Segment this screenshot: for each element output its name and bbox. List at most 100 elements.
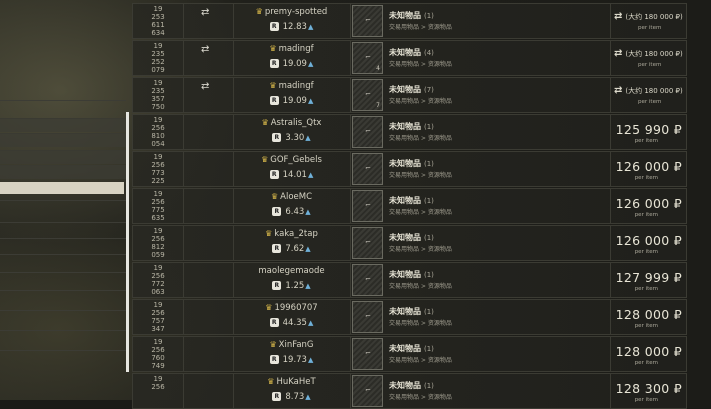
item-thumbnail[interactable]: ⌐ 4 <box>352 42 383 74</box>
price-cell[interactable]: 126 000 ₽ per item <box>610 152 688 186</box>
item-unknown-icon: ⌐ <box>365 275 371 283</box>
offer-id-part: 757 <box>151 317 165 325</box>
trader-name[interactable]: maolegemaode <box>233 266 350 276</box>
trader-name[interactable]: ♛ kaka_2tap <box>233 229 350 239</box>
rating-icon: R <box>269 59 279 68</box>
item-thumbnail[interactable]: ⌐ <box>352 227 383 259</box>
filter-row[interactable] <box>0 150 126 164</box>
trader-cell: ♛ madingf R 19.09▲ <box>233 41 351 75</box>
price-cell[interactable]: ⇄ (大约 180 000 ₽) per item <box>610 78 688 112</box>
offer-id-part: 256 <box>151 346 165 354</box>
offer-id: 19 256 772 063 <box>133 263 184 298</box>
offer-row[interactable]: 19 256 812 059 ♛ kaka_2tap R 7.62▲ ⌐ 未知物品 (1) 交易用物品… <box>132 225 687 261</box>
item-category: 交易用物品 > 资源物品 <box>389 135 452 142</box>
crown-icon: ♛ <box>255 7 263 16</box>
item-thumbnail[interactable]: ⌐ <box>352 5 383 37</box>
item-thumbnail[interactable]: ⌐ <box>352 153 383 185</box>
trader-name[interactable]: ♛ premy-spotted <box>233 7 350 17</box>
trader-name[interactable]: ♛ Astralis_Qtx <box>233 118 350 128</box>
price-cell[interactable]: 128 000 ₽ per item <box>610 337 688 371</box>
item-category: 交易用物品 > 资源物品 <box>389 246 452 253</box>
price-cell[interactable]: 126 000 ₽ per item <box>610 189 688 223</box>
price-value: 126 000 ₽ <box>615 233 682 248</box>
trader-cell: ♛ GOF_Gebels R 14.01▲ <box>233 152 351 186</box>
item-thumbnail[interactable]: ⌐ <box>352 190 383 222</box>
filter-row[interactable] <box>0 133 126 147</box>
offer-row[interactable]: 19 235 252 079 ⇄ ♛ madingf R 19.09▲ ⌐ 4 未知物品 (4) 交易用物… <box>132 40 687 76</box>
per-item-label: per item <box>634 249 658 255</box>
barter-cell <box>183 337 234 371</box>
bundle-price-text: (大约 180 000 ₽) <box>625 50 683 58</box>
item-quantity: (1) <box>424 123 434 131</box>
crown-icon: ♛ <box>265 303 273 312</box>
rating-value: 44.35 <box>282 318 307 328</box>
rating-up-arrow-icon: ▲ <box>307 319 314 327</box>
trader-name[interactable]: ♛ HuKaHeT <box>233 377 350 387</box>
offer-row[interactable]: 19 256 772 063 maolegemaode R 1.25▲ ⌐ 未知物品 (1) 交易用… <box>132 262 687 298</box>
divider <box>0 272 126 273</box>
item-cell: 未知物品 (1) 交易用物品 > 资源物品 <box>385 337 611 371</box>
trader-name[interactable]: ♛ XinFanG <box>233 340 350 350</box>
offer-row[interactable]: 19 256 775 635 ♛ AloeMC R 6.43▲ ⌐ 未知物品 (1) 交易用物品 > … <box>132 188 687 224</box>
rating-icon: R <box>269 96 279 105</box>
item-thumbnail[interactable]: ⌐ <box>352 264 383 296</box>
price-value: 125 990 ₽ <box>615 122 682 137</box>
item-name: 未知物品 (7) <box>389 84 434 95</box>
scrollbar[interactable] <box>126 112 129 372</box>
price-cell[interactable]: ⇄ (大约 180 000 ₽) per item <box>610 41 688 75</box>
item-thumbnail[interactable]: ⌐ <box>352 301 383 333</box>
per-item-label: per item <box>638 25 662 31</box>
item-category: 交易用物品 > 资源物品 <box>389 24 452 31</box>
bundle-price: ⇄ (大约 180 000 ₽) <box>614 85 683 96</box>
offer-id-part: 750 <box>151 103 165 111</box>
price-cell[interactable]: ⇄ (大约 180 000 ₽) per item <box>610 4 688 38</box>
trader-name[interactable]: ♛ 19960707 <box>233 303 350 313</box>
offer-id: 19 256 760 749 <box>133 337 184 372</box>
barter-swap-icon[interactable]: ⇄ <box>201 45 213 55</box>
trader-name[interactable]: ♛ madingf <box>233 44 350 54</box>
offer-id-part: 634 <box>151 29 165 37</box>
price-cell[interactable]: 127 999 ₽ per item <box>610 263 688 297</box>
item-thumbnail[interactable]: ⌐ <box>352 116 383 148</box>
filter-row[interactable] <box>0 118 126 132</box>
rating-value: 12.83 <box>282 22 307 32</box>
offer-row[interactable]: 19 256 760 749 ♛ XinFanG R 19.73▲ ⌐ 未知物品 (1) 交易用物品 … <box>132 336 687 372</box>
rating-icon: R <box>269 318 279 327</box>
trader-name[interactable]: ♛ AloeMC <box>233 192 350 202</box>
per-item-label: per item <box>638 99 662 105</box>
per-item-label: per item <box>634 286 658 292</box>
offer-id-part: 773 <box>151 169 165 177</box>
item-name-text: 未知物品 <box>389 48 421 57</box>
item-thumbnail[interactable]: ⌐ <box>352 338 383 370</box>
item-category: 交易用物品 > 资源物品 <box>389 320 452 327</box>
trader-name[interactable]: ♛ GOF_Gebels <box>233 155 350 165</box>
trader-name-text: Astralis_Qtx <box>270 118 322 128</box>
offer-row[interactable]: 19 253 611 634 ⇄ ♛ premy-spotted R 12.83▲ ⌐ 未知物品 (1… <box>132 3 687 39</box>
item-stack-count: 7 <box>376 102 380 109</box>
trader-name-text: madingf <box>278 81 314 91</box>
crown-icon: ♛ <box>265 229 273 238</box>
price-cell[interactable]: 128 300 ₽ per item <box>610 374 688 408</box>
offer-row[interactable]: 19 256 773 225 ♛ GOF_Gebels R 14.01▲ ⌐ 未知物品 (1) 交易用… <box>132 151 687 187</box>
trader-name-text: GOF_Gebels <box>270 155 322 165</box>
item-cell: 未知物品 (1) 交易用物品 > 资源物品 <box>385 226 611 260</box>
offer-row[interactable]: 19 256 ♛ HuKaHeT R 8.73▲ ⌐ 未知物品 (1) 交易用物品 > 资源物品 1… <box>132 373 687 409</box>
trader-name[interactable]: ♛ madingf <box>233 81 350 91</box>
offer-id-part: 19 <box>153 5 163 13</box>
trader-cell: ♛ madingf R 19.09▲ <box>233 78 351 112</box>
item-thumbnail[interactable]: ⌐ <box>352 375 383 407</box>
offer-row[interactable]: 19 256 757 347 ♛ 19960707 R 44.35▲ ⌐ 未知物品 (1) 交易用物品… <box>132 299 687 335</box>
barter-swap-icon[interactable]: ⇄ <box>201 8 213 18</box>
barter-swap-icon[interactable]: ⇄ <box>201 82 213 92</box>
trader-rating: R 6.43▲ <box>233 207 350 217</box>
offer-row[interactable]: 19 256 810 054 ♛ Astralis_Qtx R 3.30▲ ⌐ 未知物品 (1) 交易… <box>132 114 687 150</box>
price-cell[interactable]: 125 990 ₽ per item <box>610 115 688 149</box>
offer-id-part: 225 <box>151 177 165 185</box>
offer-row[interactable]: 19 235 357 750 ⇄ ♛ madingf R 19.09▲ ⌐ 7 未知物品 (7) 交易用物… <box>132 77 687 113</box>
filter-row[interactable] <box>0 165 126 179</box>
offer-id: 19 256 773 225 <box>133 152 184 187</box>
price-cell[interactable]: 126 000 ₽ per item <box>610 226 688 260</box>
price-cell[interactable]: 128 000 ₽ per item <box>610 300 688 334</box>
item-thumbnail[interactable]: ⌐ 7 <box>352 79 383 111</box>
filter-row-selected[interactable] <box>0 182 124 194</box>
